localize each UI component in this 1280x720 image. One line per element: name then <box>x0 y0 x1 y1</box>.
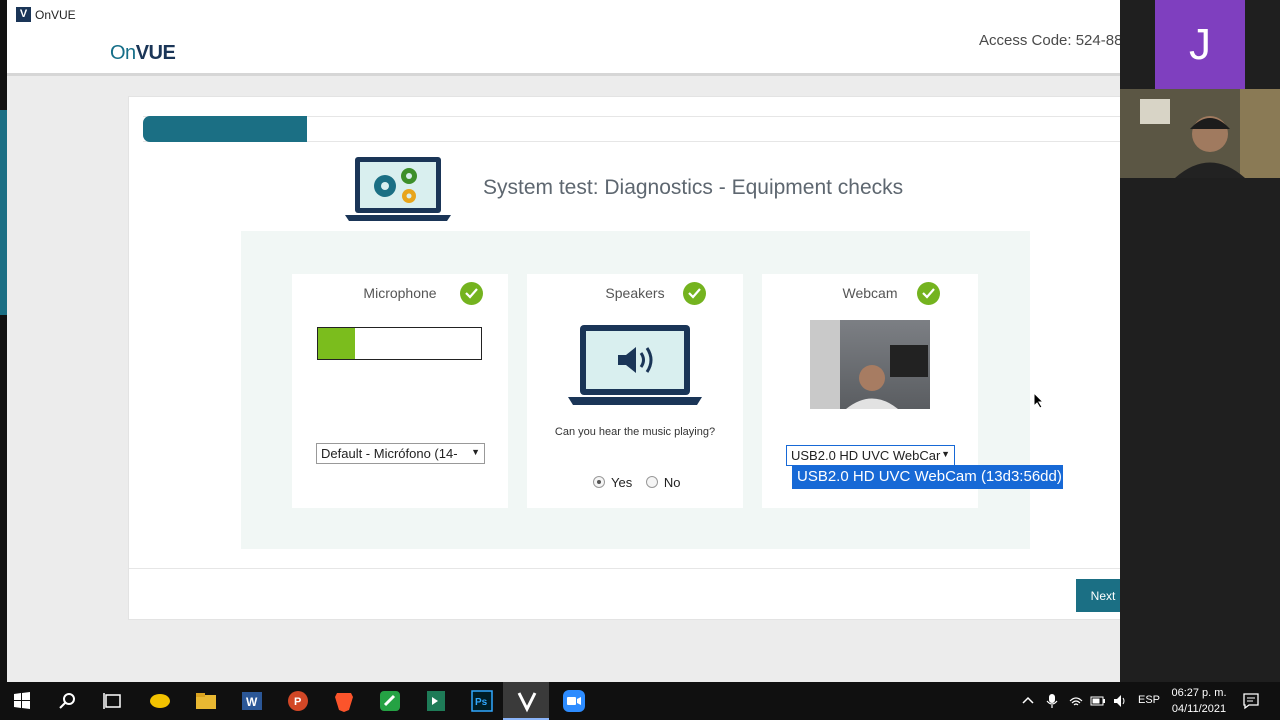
background-window-edge <box>0 110 7 315</box>
task-view-icon[interactable] <box>101 689 125 713</box>
green-app-icon[interactable] <box>378 689 402 713</box>
participant-avatar: J <box>1155 0 1245 89</box>
laptop-speaker-icon <box>568 325 702 405</box>
svg-text:Ps: Ps <box>475 697 488 708</box>
webcam-select[interactable]: USB2.0 HD UVC WebCar ▼ <box>786 445 955 466</box>
battery-icon[interactable] <box>1090 694 1106 708</box>
speaker-question: Can you hear the music playing? <box>554 426 716 438</box>
search-icon[interactable] <box>56 689 80 713</box>
microphone-level-fill <box>318 328 356 359</box>
diagnostics-card: System test: Diagnostics - Equipment che… <box>128 96 1120 620</box>
next-button[interactable]: Next <box>1076 579 1120 612</box>
speakers-label: Speakers <box>605 285 665 301</box>
volume-icon[interactable] <box>1112 693 1128 709</box>
windows-taskbar: W P Ps ESP 06:27 p. m. 04/11/2021 <box>0 682 1280 720</box>
webcam-label: Webcam <box>842 285 898 301</box>
card-divider <box>129 568 1120 569</box>
progress-fill <box>143 116 307 142</box>
wifi-icon[interactable] <box>1068 693 1084 709</box>
webcam-person-image <box>810 320 928 409</box>
webcam-check-icon <box>917 282 940 305</box>
taskbar-clock[interactable]: 06:27 p. m. 04/11/2021 <box>1168 685 1230 717</box>
participant-video-image <box>1120 89 1280 178</box>
word-icon[interactable]: W <box>240 689 264 713</box>
access-code: Access Code: 524-88 <box>979 32 1120 49</box>
equipment-checks-area: Microphone Default - Micrófono (14- ▼ Spe… <box>241 231 1030 549</box>
no-radio-label[interactable]: No <box>664 475 681 490</box>
progress-bar <box>143 116 1120 142</box>
onvue-logo: OnVUE <box>110 42 176 64</box>
microphone-tray-icon[interactable] <box>1046 693 1058 709</box>
desktop-left-edge <box>0 0 7 682</box>
language-indicator[interactable]: ESP <box>1138 694 1160 706</box>
no-radio[interactable] <box>645 476 658 488</box>
microphone-select[interactable]: Default - Micrófono (14- ▼ <box>316 443 485 464</box>
photoshop-icon[interactable]: Ps <box>470 689 494 713</box>
speakers-check-icon <box>683 282 706 305</box>
microphone-check-icon <box>460 282 483 305</box>
chevron-up-icon[interactable] <box>1022 695 1034 707</box>
title-bar: V OnVUE <box>7 0 1120 29</box>
speaker-radio-group: Yes No <box>593 475 690 490</box>
windows-start-icon[interactable] <box>10 689 34 713</box>
page-title: System test: Diagnostics - Equipment che… <box>483 176 904 199</box>
microphone-card: Microphone Default - Micrófono (14- ▼ <box>292 274 508 508</box>
powerpoint-icon[interactable]: P <box>286 689 310 713</box>
clock-time: 06:27 p. m. <box>1171 687 1227 699</box>
yes-radio[interactable] <box>593 476 605 488</box>
laptop-gears-icon <box>345 157 451 221</box>
brave-browser-icon[interactable] <box>332 689 356 713</box>
webcam-dropdown-option[interactable]: USB2.0 HD UVC WebCam (13d3:56dd) <box>792 465 1063 489</box>
chevron-down-icon: ▼ <box>471 447 480 457</box>
microphone-level-meter <box>317 327 482 360</box>
svg-text:W: W <box>246 695 258 709</box>
sheets-app-icon[interactable] <box>424 689 448 713</box>
chevron-down-icon: ▼ <box>941 449 950 459</box>
onvue-window: V OnVUE OnVUE Access Code: 524-88 System… <box>7 0 1120 682</box>
speakers-card: Speakers Can you hear the music playing?… <box>527 274 743 508</box>
notifications-icon[interactable] <box>1242 692 1260 710</box>
mouse-cursor-icon <box>1033 392 1045 409</box>
svg-text:P: P <box>294 696 301 708</box>
zoom-icon[interactable] <box>562 689 586 713</box>
file-explorer-icon[interactable] <box>194 689 218 713</box>
lemon-app-icon[interactable] <box>148 689 172 713</box>
clock-date: 04/11/2021 <box>1171 703 1227 715</box>
onvue-app-icon: V <box>16 7 31 22</box>
onvue-taskbar-icon[interactable] <box>515 689 539 713</box>
app-header: OnVUE Access Code: 524-88 <box>7 29 1120 76</box>
participant-video <box>1120 89 1280 178</box>
window-title: OnVUE <box>35 8 76 22</box>
webcam-preview <box>810 320 930 409</box>
yes-radio-label[interactable]: Yes <box>611 475 632 490</box>
zoom-video-panel: J <box>1120 0 1280 682</box>
